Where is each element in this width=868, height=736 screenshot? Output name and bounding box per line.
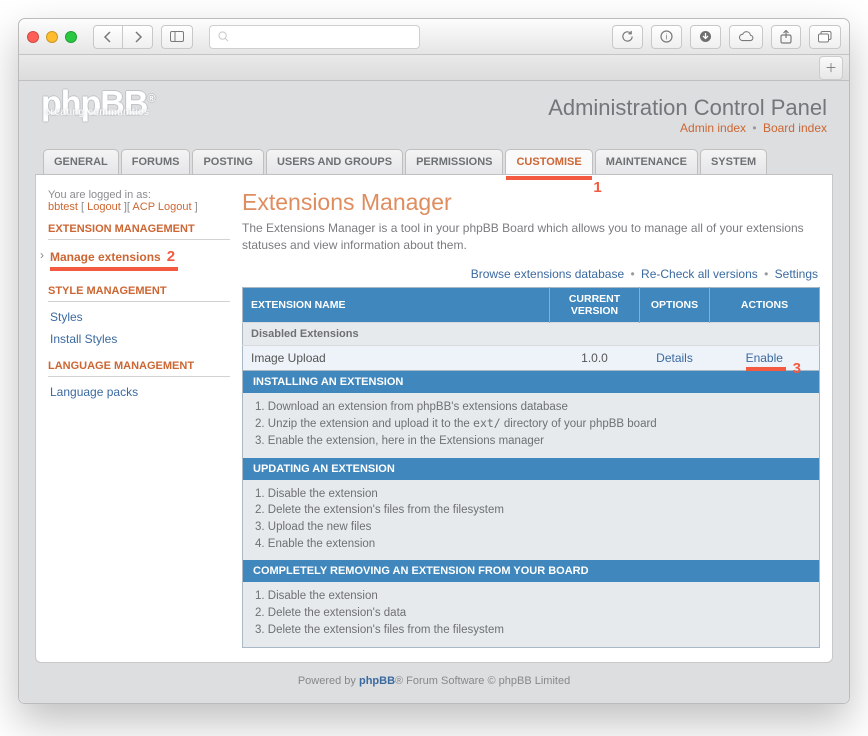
link-ext-settings[interactable]: Settings — [775, 267, 818, 281]
link-logout[interactable]: Logout — [87, 201, 121, 213]
link-acp-logout[interactable]: ACP Logout — [132, 201, 191, 213]
col-extension-name: EXTENSION NAME — [243, 287, 550, 322]
sidebar-item-manage-extensions[interactable]: Manage extensions2 — [48, 244, 230, 275]
highlight-underline — [50, 267, 178, 271]
link-username[interactable]: bbtest — [48, 201, 78, 213]
link-details[interactable]: Details — [656, 351, 693, 365]
link-board-index[interactable]: Board index — [763, 121, 827, 135]
tab-strip: ＋ — [19, 55, 849, 81]
callout-1: 1 — [593, 179, 601, 196]
link-enable-extension[interactable]: Enable — [746, 351, 783, 365]
help-installing-body: 1. Download an extension from phpBB's ex… — [242, 393, 820, 458]
help-updating-body: 1. Disable the extension2. Delete the ex… — [242, 480, 820, 561]
close-window-button[interactable] — [27, 31, 39, 43]
tab-maintenance[interactable]: MAINTENANCE — [595, 149, 698, 174]
tab-general[interactable]: GENERAL — [43, 149, 119, 174]
share-button[interactable] — [771, 25, 801, 49]
reload-button[interactable] — [612, 25, 643, 49]
footer: Powered by phpBB® Forum Software © phpBB… — [35, 663, 833, 689]
session-info: You are logged in as: bbtest [ Logout ][… — [48, 189, 230, 213]
cell-extension-name: Image Upload — [243, 345, 550, 370]
help-updating-header: UPDATING AN EXTENSION — [242, 458, 820, 480]
extensions-table: EXTENSION NAME CURRENT VERSION OPTIONS A… — [242, 287, 820, 371]
cell-current-version: 1.0.0 — [550, 345, 640, 370]
sidebar-item-install-styles[interactable]: Install Styles — [48, 328, 230, 350]
sidebar-item-styles[interactable]: Styles — [48, 306, 230, 328]
header-links: Admin index • Board index — [548, 121, 827, 135]
ext-toolbar: Browse extensions database • Re-Check al… — [244, 267, 818, 281]
callout-3: 3 — [793, 360, 801, 377]
table-row: Image Upload 1.0.0 Details Enable 3 — [243, 345, 820, 370]
url-bar[interactable] — [209, 25, 420, 49]
sidebar-item-language-packs[interactable]: Language packs — [48, 381, 230, 403]
main-heading: Extensions Manager — [242, 189, 820, 216]
link-recheck-versions[interactable]: Re-Check all versions — [641, 267, 758, 281]
cloud-button[interactable] — [729, 25, 763, 49]
highlight-underline — [506, 176, 591, 180]
tab-forums[interactable]: FORUMS — [121, 149, 191, 174]
col-actions: ACTIONS — [710, 287, 820, 322]
sidebar-heading-ext-mgmt: EXTENSION MANAGEMENT — [48, 213, 230, 240]
col-current-version: CURRENT VERSION — [550, 287, 640, 322]
link-phpbb[interactable]: phpBB — [359, 675, 395, 687]
acp-tabs: GENERAL FORUMS POSTING USERS AND GROUPS … — [35, 149, 833, 174]
nav-forward-button[interactable] — [123, 25, 153, 49]
tab-permissions[interactable]: PERMISSIONS — [405, 149, 503, 174]
tab-customise[interactable]: CUSTOMISE1 — [505, 149, 592, 174]
highlight-underline — [746, 367, 786, 371]
col-options: OPTIONS — [640, 287, 710, 322]
help-installing-header: INSTALLING AN EXTENSION — [242, 371, 820, 393]
help-removing-header: COMPLETELY REMOVING AN EXTENSION FROM YO… — [242, 560, 820, 582]
nav-back-button[interactable] — [93, 25, 123, 49]
svg-text:i: i — [666, 33, 668, 42]
download-button[interactable] — [690, 25, 721, 49]
page-title: Administration Control Panel — [548, 95, 827, 121]
link-browse-ext-db[interactable]: Browse extensions database — [471, 267, 624, 281]
tab-posting[interactable]: POSTING — [192, 149, 264, 174]
help-removing-body: 1. Disable the extension2. Delete the ex… — [242, 582, 820, 647]
row-disabled-extensions-header: Disabled Extensions — [243, 322, 820, 345]
acp-body: phpBB® creating communities Administrati… — [19, 81, 849, 703]
reader-button[interactable]: i — [651, 25, 682, 49]
callout-2: 2 — [167, 248, 175, 265]
tabs-button[interactable] — [809, 25, 841, 49]
sidebar-heading-language-mgmt: LANGUAGE MANAGEMENT — [48, 350, 230, 377]
new-tab-button[interactable]: ＋ — [819, 56, 843, 80]
browser-window: i ＋ phpBB® creating communities Administ… — [18, 18, 850, 704]
sidebar-toggle-button[interactable] — [161, 25, 193, 49]
sidebar-heading-style-mgmt: STYLE MANAGEMENT — [48, 275, 230, 302]
browser-titlebar: i — [19, 19, 849, 55]
link-admin-index[interactable]: Admin index — [680, 121, 746, 135]
tab-system[interactable]: SYSTEM — [700, 149, 767, 174]
zoom-window-button[interactable] — [65, 31, 77, 43]
window-controls — [27, 31, 77, 43]
phpbb-logo: phpBB® creating communities — [41, 93, 155, 119]
tab-users-groups[interactable]: USERS AND GROUPS — [266, 149, 403, 174]
minimize-window-button[interactable] — [46, 31, 58, 43]
main-intro: The Extensions Manager is a tool in your… — [242, 220, 820, 255]
